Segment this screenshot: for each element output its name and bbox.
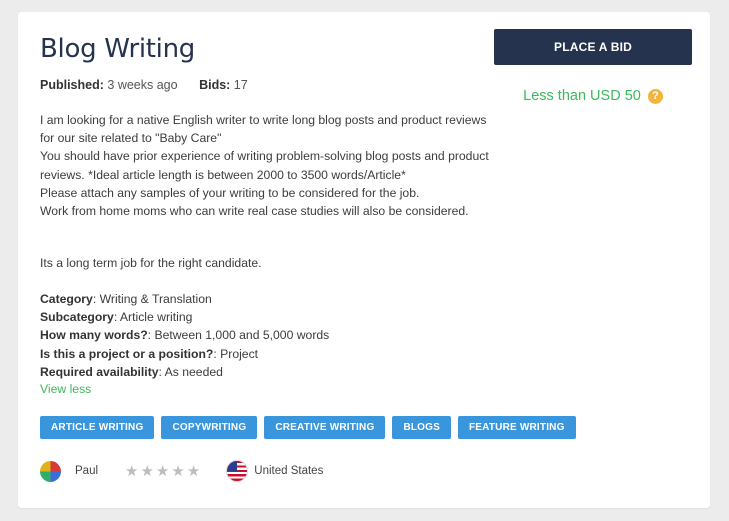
detail-label: Subcategory [40,310,114,325]
published-value: 3 weeks ago [107,78,178,92]
bids-info: Bids: 17 [199,78,248,92]
detail-value: : As needed [158,364,223,379]
long-term-note: Its a long term job for the right candid… [40,256,262,270]
detail-value: : Project [213,346,259,361]
description-line: Please attach any samples of your writin… [40,185,420,200]
detail-word-count: How many words?: Between 1,000 and 5,000… [40,326,329,344]
tag-creative-writing[interactable]: CREATIVE WRITING [264,416,386,439]
detail-value: : Writing & Translation [92,292,212,306]
bids-label: Bids: [199,78,231,92]
job-description: I am looking for a native English writer… [40,111,490,220]
us-flag-icon [226,460,249,482]
job-title: Blog Writing [40,34,195,64]
avatar[interactable] [40,460,61,482]
detail-label: Category [40,292,93,306]
view-less-link[interactable]: View less [40,382,91,396]
detail-availability: Required availability: As needed [40,363,329,381]
poster-info: Paul ★★★★★ United States [40,460,323,482]
description-line: I am looking for a native English writer… [40,113,487,146]
poster-country: United States [254,465,324,477]
detail-subcategory: Subcategory: Article writing [40,308,329,326]
job-meta: Published: 3 weeks ago Bids: 17 [40,78,248,92]
tag-feature-writing[interactable]: FEATURE WRITING [458,416,576,439]
detail-label: Required availability [40,364,159,379]
job-card: Blog Writing Published: 3 weeks ago Bids… [18,12,710,508]
detail-category: Category: Writing & Translation [40,290,329,308]
rating-stars: ★★★★★ [125,463,203,480]
skill-tags: ARTICLE WRITING COPYWRITING CREATIVE WRI… [40,416,576,439]
bids-value: 17 [233,78,248,92]
published-label: Published: [40,78,104,92]
detail-value: : Between 1,000 and 5,000 words [147,328,330,343]
poster-name[interactable]: Paul [75,465,98,477]
detail-value: : Article writing [113,310,193,325]
tag-blogs[interactable]: BLOGS [392,416,451,439]
description-line: Work from home moms who can write real c… [40,204,469,219]
detail-label: Is this a project or a position? [40,346,214,361]
budget: Less than USD 50 ? [494,88,692,104]
detail-label: How many words? [40,328,148,343]
budget-text: Less than USD 50 [523,88,641,104]
tag-article-writing[interactable]: ARTICLE WRITING [40,416,155,439]
description-line: You should have prior experience of writ… [40,149,489,182]
help-icon[interactable]: ? [647,89,663,104]
detail-project-type: Is this a project or a position?: Projec… [40,345,329,363]
job-details: Category: Writing & Translation Subcateg… [40,290,329,381]
place-bid-button[interactable]: PLACE A BID [494,29,692,65]
tag-copywriting[interactable]: COPYWRITING [161,416,258,439]
